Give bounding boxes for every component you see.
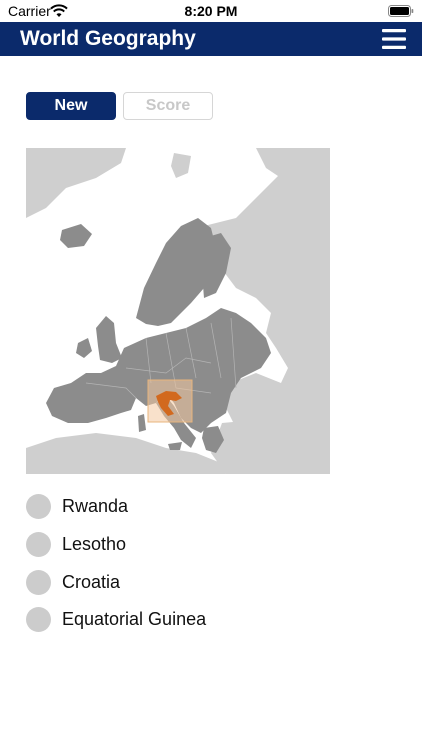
nav-bar: World Geography xyxy=(0,22,422,56)
europe-map-graphic xyxy=(26,148,330,474)
new-button[interactable]: New xyxy=(26,92,116,120)
map-sicily xyxy=(168,442,182,450)
map-top-left-land xyxy=(26,148,126,218)
hamburger-menu-icon[interactable] xyxy=(382,28,406,50)
option-label: Croatia xyxy=(62,571,121,592)
map-sardinia xyxy=(138,414,146,432)
option-item[interactable]: Rwanda xyxy=(26,492,366,520)
radio-button[interactable] xyxy=(26,606,51,632)
option-label: Equatorial Guinea xyxy=(62,608,207,629)
battery-icon xyxy=(388,5,414,17)
option-item[interactable]: Equatorial Guinea xyxy=(26,605,366,633)
map-iceland xyxy=(60,224,92,248)
app-title: World Geography xyxy=(20,27,196,50)
radio-button[interactable] xyxy=(26,569,51,595)
option-label: Lesotho xyxy=(62,533,127,554)
radio-button[interactable] xyxy=(26,531,51,557)
radio-button[interactable] xyxy=(26,493,51,519)
option-item[interactable]: Croatia xyxy=(26,568,366,596)
option-label: Rwanda xyxy=(62,495,129,516)
option-item[interactable]: Lesotho xyxy=(26,530,366,558)
status-bar: Carrier 8:20 PM xyxy=(0,0,422,22)
map-ireland xyxy=(76,338,92,358)
score-button[interactable]: Score xyxy=(123,92,213,120)
europe-map xyxy=(26,148,330,474)
status-time: 8:20 PM xyxy=(184,3,238,19)
map-finland xyxy=(202,233,231,298)
highlight-box xyxy=(147,379,193,423)
map-africa xyxy=(26,433,226,474)
map-small-island xyxy=(171,153,191,178)
map-uk xyxy=(96,316,122,363)
